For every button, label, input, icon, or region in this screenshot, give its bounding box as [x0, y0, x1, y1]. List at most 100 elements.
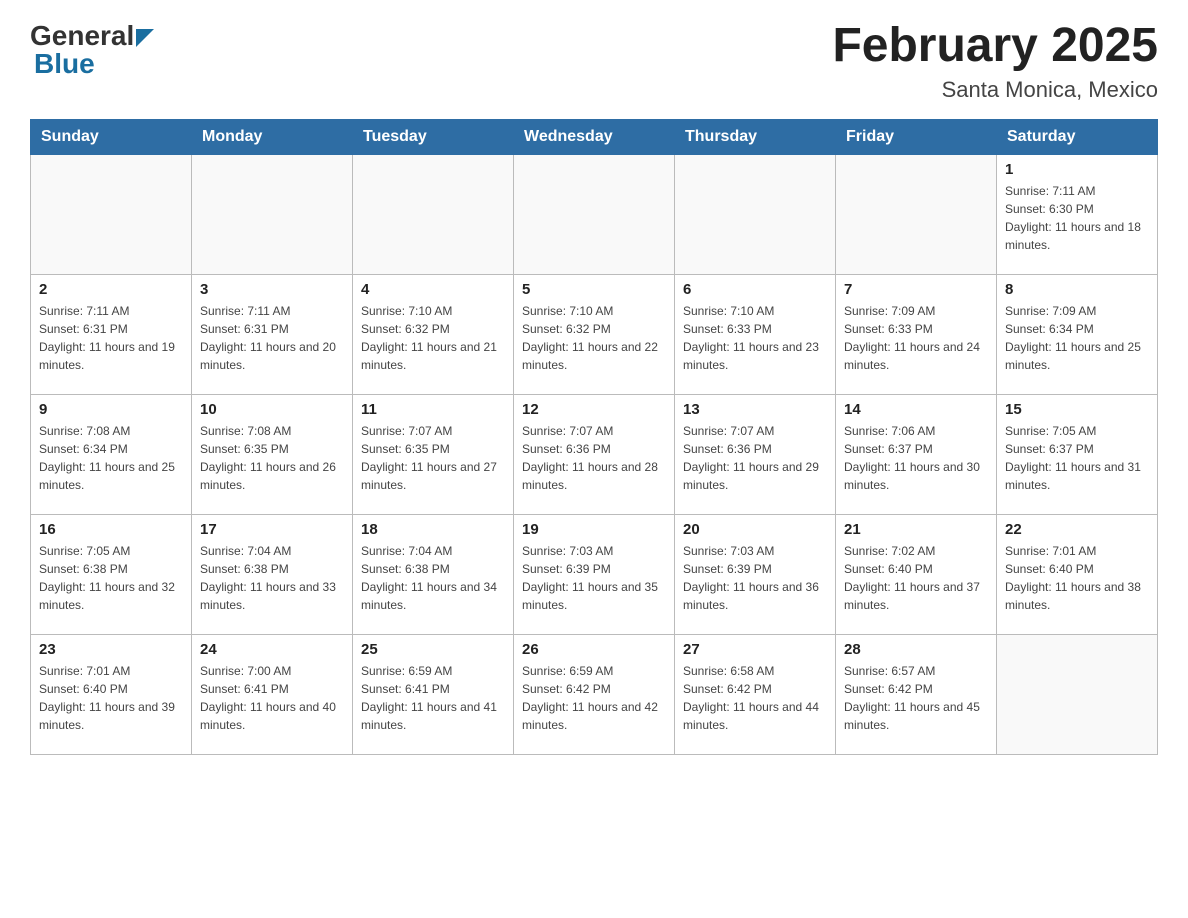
day-info: Sunrise: 7:05 AMSunset: 6:37 PMDaylight:…: [1005, 422, 1149, 494]
calendar-cell: 22 Sunrise: 7:01 AMSunset: 6:40 PMDayligh…: [997, 514, 1158, 634]
col-monday: Monday: [192, 119, 353, 154]
day-number: 7: [844, 281, 988, 298]
day-number: 17: [200, 521, 344, 538]
day-number: 15: [1005, 401, 1149, 418]
day-info: Sunrise: 7:11 AMSunset: 6:31 PMDaylight:…: [200, 302, 344, 374]
calendar-cell: [997, 634, 1158, 754]
calendar-cell: 26Sunrise: 6:59 AMSunset: 6:42 PMDayligh…: [514, 634, 675, 754]
day-number: 21: [844, 521, 988, 538]
day-number: 20: [683, 521, 827, 538]
day-number: 19: [522, 521, 666, 538]
calendar-cell: 19 Sunrise: 7:03 AMSunset: 6:39 PMDayligh…: [514, 514, 675, 634]
day-info: Sunrise: 7:03 AMSunset: 6:39 PMDaylight:…: [522, 542, 666, 614]
day-number: 2: [39, 281, 183, 298]
calendar-cell: 27 Sunrise: 6:58 AMSunset: 6:42 PMDayligh…: [675, 634, 836, 754]
day-number: 11: [361, 401, 505, 418]
calendar-title-section: February 2025 Santa Monica, Mexico: [832, 20, 1158, 103]
day-number: 28: [844, 641, 988, 658]
day-number: 8: [1005, 281, 1149, 298]
day-number: 10: [200, 401, 344, 418]
calendar-cell: 10 Sunrise: 7:08 AMSunset: 6:35 PMDayligh…: [192, 394, 353, 514]
logo-blue-text: Blue: [34, 48, 95, 80]
day-info: Sunrise: 7:03 AMSunset: 6:39 PMDaylight:…: [683, 542, 827, 614]
calendar-cell: 7Sunrise: 7:09 AMSunset: 6:33 PMDaylight…: [836, 274, 997, 394]
calendar-cell: 2 Sunrise: 7:11 AMSunset: 6:31 PMDaylight…: [31, 274, 192, 394]
day-number: 13: [683, 401, 827, 418]
calendar-cell: 16 Sunrise: 7:05 AMSunset: 6:38 PMDayligh…: [31, 514, 192, 634]
calendar-subtitle: Santa Monica, Mexico: [832, 77, 1158, 103]
col-sunday: Sunday: [31, 119, 192, 154]
calendar-cell: 24 Sunrise: 7:00 AMSunset: 6:41 PMDayligh…: [192, 634, 353, 754]
calendar-cell: 18 Sunrise: 7:04 AMSunset: 6:38 PMDayligh…: [353, 514, 514, 634]
day-info: Sunrise: 7:00 AMSunset: 6:41 PMDaylight:…: [200, 662, 344, 734]
col-saturday: Saturday: [997, 119, 1158, 154]
day-number: 5: [522, 281, 666, 298]
day-number: 6: [683, 281, 827, 298]
calendar-cell: 14 Sunrise: 7:06 AMSunset: 6:37 PMDayligh…: [836, 394, 997, 514]
week-row-4: 16 Sunrise: 7:05 AMSunset: 6:38 PMDayligh…: [31, 514, 1158, 634]
calendar-cell: [31, 154, 192, 274]
day-number: 14: [844, 401, 988, 418]
day-info: Sunrise: 6:59 AMSunset: 6:41 PMDaylight:…: [361, 662, 505, 734]
day-info: Sunrise: 7:04 AMSunset: 6:38 PMDaylight:…: [361, 542, 505, 614]
calendar-cell: 17 Sunrise: 7:04 AMSunset: 6:38 PMDayligh…: [192, 514, 353, 634]
calendar-cell: 6 Sunrise: 7:10 AMSunset: 6:33 PMDaylight…: [675, 274, 836, 394]
calendar-cell: [192, 154, 353, 274]
day-number: 25: [361, 641, 505, 658]
day-number: 3: [200, 281, 344, 298]
day-number: 27: [683, 641, 827, 658]
week-row-3: 9 Sunrise: 7:08 AMSunset: 6:34 PMDaylight…: [31, 394, 1158, 514]
col-thursday: Thursday: [675, 119, 836, 154]
day-info: Sunrise: 7:08 AMSunset: 6:35 PMDaylight:…: [200, 422, 344, 494]
day-number: 9: [39, 401, 183, 418]
day-info: Sunrise: 7:09 AMSunset: 6:34 PMDaylight:…: [1005, 302, 1149, 374]
calendar-cell: [836, 154, 997, 274]
day-number: 12: [522, 401, 666, 418]
calendar-header-row: Sunday Monday Tuesday Wednesday Thursday…: [31, 119, 1158, 154]
calendar-title: February 2025: [832, 20, 1158, 73]
day-info: Sunrise: 7:01 AMSunset: 6:40 PMDaylight:…: [1005, 542, 1149, 614]
day-info: Sunrise: 7:10 AMSunset: 6:32 PMDaylight:…: [522, 302, 666, 374]
week-row-5: 23 Sunrise: 7:01 AMSunset: 6:40 PMDayligh…: [31, 634, 1158, 754]
calendar-cell: 4Sunrise: 7:10 AMSunset: 6:32 PMDaylight…: [353, 274, 514, 394]
col-tuesday: Tuesday: [353, 119, 514, 154]
day-info: Sunrise: 6:58 AMSunset: 6:42 PMDaylight:…: [683, 662, 827, 734]
day-number: 18: [361, 521, 505, 538]
calendar-table: Sunday Monday Tuesday Wednesday Thursday…: [30, 119, 1158, 755]
calendar-cell: 5 Sunrise: 7:10 AMSunset: 6:32 PMDaylight…: [514, 274, 675, 394]
calendar-cell: [675, 154, 836, 274]
day-info: Sunrise: 7:11 AMSunset: 6:31 PMDaylight:…: [39, 302, 183, 374]
day-info: Sunrise: 7:07 AMSunset: 6:36 PMDaylight:…: [683, 422, 827, 494]
day-info: Sunrise: 7:07 AMSunset: 6:36 PMDaylight:…: [522, 422, 666, 494]
day-number: 23: [39, 641, 183, 658]
day-number: 1: [1005, 161, 1149, 178]
calendar-cell: 12 Sunrise: 7:07 AMSunset: 6:36 PMDayligh…: [514, 394, 675, 514]
day-number: 4: [361, 281, 505, 298]
calendar-cell: 13 Sunrise: 7:07 AMSunset: 6:36 PMDayligh…: [675, 394, 836, 514]
week-row-2: 2 Sunrise: 7:11 AMSunset: 6:31 PMDaylight…: [31, 274, 1158, 394]
calendar-cell: 21Sunrise: 7:02 AMSunset: 6:40 PMDayligh…: [836, 514, 997, 634]
day-info: Sunrise: 6:57 AMSunset: 6:42 PMDaylight:…: [844, 662, 988, 734]
day-info: Sunrise: 7:08 AMSunset: 6:34 PMDaylight:…: [39, 422, 183, 494]
calendar-cell: 28 Sunrise: 6:57 AMSunset: 6:42 PMDayligh…: [836, 634, 997, 754]
day-number: 16: [39, 521, 183, 538]
day-info: Sunrise: 7:05 AMSunset: 6:38 PMDaylight:…: [39, 542, 183, 614]
calendar-cell: 3 Sunrise: 7:11 AMSunset: 6:31 PMDaylight…: [192, 274, 353, 394]
day-info: Sunrise: 7:07 AMSunset: 6:35 PMDaylight:…: [361, 422, 505, 494]
col-wednesday: Wednesday: [514, 119, 675, 154]
logo: General Blue: [30, 20, 154, 80]
calendar-cell: 20 Sunrise: 7:03 AMSunset: 6:39 PMDayligh…: [675, 514, 836, 634]
day-info: Sunrise: 7:10 AMSunset: 6:33 PMDaylight:…: [683, 302, 827, 374]
col-friday: Friday: [836, 119, 997, 154]
day-info: Sunrise: 7:01 AMSunset: 6:40 PMDaylight:…: [39, 662, 183, 734]
calendar-cell: [514, 154, 675, 274]
calendar-cell: [353, 154, 514, 274]
calendar-cell: 8 Sunrise: 7:09 AMSunset: 6:34 PMDaylight…: [997, 274, 1158, 394]
day-info: Sunrise: 7:04 AMSunset: 6:38 PMDaylight:…: [200, 542, 344, 614]
day-info: Sunrise: 6:59 AMSunset: 6:42 PMDaylight:…: [522, 662, 666, 734]
day-number: 24: [200, 641, 344, 658]
day-info: Sunrise: 7:06 AMSunset: 6:37 PMDaylight:…: [844, 422, 988, 494]
page-header: General Blue February 2025 Santa Monica,…: [30, 20, 1158, 103]
calendar-cell: 23 Sunrise: 7:01 AMSunset: 6:40 PMDayligh…: [31, 634, 192, 754]
day-number: 22: [1005, 521, 1149, 538]
